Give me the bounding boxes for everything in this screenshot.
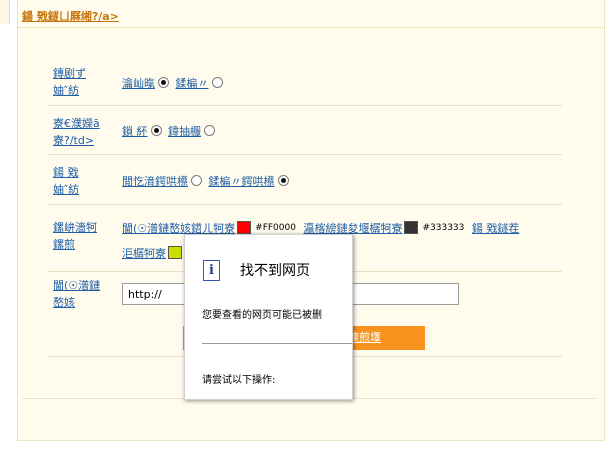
radio-button[interactable] <box>191 175 202 186</box>
color-hex: #333333 <box>422 223 465 233</box>
row-label: 鍚 戣 妯″紡 <box>53 166 80 196</box>
color-swatch[interactable] <box>404 221 419 234</box>
row-label: 鏄剧ず 妯″紡 <box>53 67 86 97</box>
radio-button[interactable] <box>211 77 223 88</box>
setting-row-display-mode: 鏄剧ず 妯″紡 瀹屾暣 鍒楄〃 <box>48 57 562 106</box>
option-group: 鎻 紑 鍏抽棴 <box>122 123 218 140</box>
color-swatch[interactable] <box>168 246 182 259</box>
color-option-label[interactable]: 鍚 戣鐩茬 <box>472 222 520 235</box>
option-group: 瀹屾暣 鍒楄〃 <box>122 75 226 92</box>
left-edge-strip <box>0 0 10 24</box>
color-option-label[interactable]: 洰樼牱寮 <box>122 247 166 260</box>
option-label[interactable]: 瀹屾暣 <box>122 77 155 90</box>
option-label[interactable]: 鍒楄〃 <box>176 77 209 90</box>
color-options-line2: 洰樼牱寮 <box>122 245 182 262</box>
setting-row-start-mode: 寮€濮嬫ā 寮?/td> 鎻 紑 鍏抽棴 <box>48 106 562 155</box>
radio-button[interactable] <box>277 175 289 186</box>
popup-title: 找不到网页 <box>240 263 310 279</box>
option-label[interactable]: 閲忔湇鍔哄櫒 <box>122 175 188 188</box>
row-label: 鏍峅濇牱 鏍煎 <box>53 221 97 251</box>
radio-button[interactable] <box>204 125 215 136</box>
row-label: 寮€濮嬫ā 寮?/td> <box>53 117 100 147</box>
row-label: 閫(☉潽鏈 嶅姟 <box>53 279 101 309</box>
radio-button[interactable] <box>150 125 162 136</box>
popup-try-text: 请尝试以下操作: <box>202 375 276 386</box>
setting-row-nav-mode: 鍚 戣 妯″紡 閲忔湇鍔哄櫒 鍒楄〃鍔哄櫒 <box>48 155 562 205</box>
radio-button[interactable] <box>158 77 169 88</box>
option-label[interactable]: 鎻 紑 <box>122 125 148 138</box>
option-label[interactable]: 鍒楄〃鍔哄櫒 <box>209 175 275 188</box>
popup-message: 您要查看的网页可能已被删 <box>202 310 322 321</box>
option-label[interactable]: 鍏抽棴 <box>168 125 201 138</box>
color-swatch[interactable] <box>237 221 252 234</box>
info-icon: i <box>203 260 220 281</box>
option-group: 閲忔湇鍔哄櫒 鍒楄〃鍔哄櫒 <box>122 173 292 190</box>
color-hex: #FF0000 <box>255 223 296 233</box>
page-not-found-popup: i 找不到网页 您要查看的网页可能已被删 请尝试以下操作: <box>184 234 353 400</box>
popup-divider <box>202 343 352 344</box>
panel-title-link[interactable]: 鍚 戣鐩ㄩ厤缃?/a> <box>22 8 119 24</box>
title-divider <box>17 27 603 28</box>
